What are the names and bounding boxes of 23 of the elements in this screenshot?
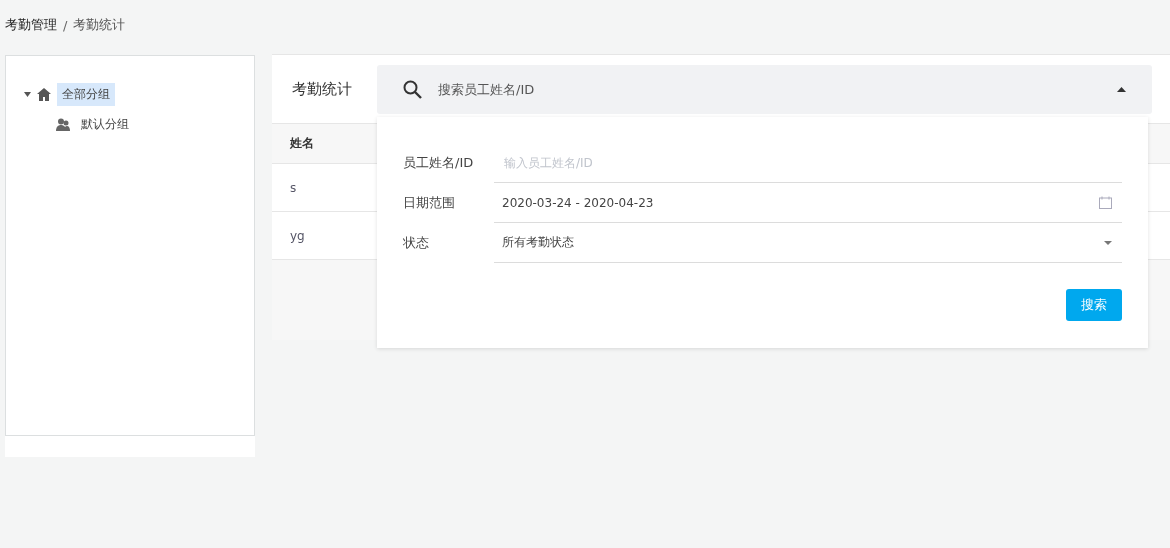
tree-item[interactable]: 全部分组 bbox=[57, 82, 115, 106]
table-cell: s bbox=[290, 180, 297, 195]
home-icon bbox=[37, 87, 51, 101]
breadcrumb-item: 考勤统计 bbox=[73, 16, 126, 34]
breadcrumb-separator: / bbox=[63, 17, 68, 33]
breadcrumb-item[interactable]: 考勤管理 bbox=[5, 16, 57, 34]
tree-item[interactable]: 默认分组 bbox=[76, 112, 134, 136]
search-icon bbox=[403, 79, 422, 99]
caret-icon[interactable] bbox=[24, 91, 31, 97]
status-select[interactable]: 所有考勤状态 bbox=[494, 223, 1122, 263]
field-label: 日期范围 bbox=[403, 194, 456, 212]
field-label: 状态 bbox=[403, 234, 430, 252]
users-icon bbox=[56, 117, 70, 131]
table-cell: yg bbox=[290, 228, 305, 243]
search-bar[interactable]: 搜索员工姓名/ID bbox=[377, 64, 1152, 114]
caret-icon bbox=[1104, 240, 1112, 245]
card-title: 考勤统计 bbox=[292, 79, 353, 99]
field-label: 员工姓名/ID bbox=[403, 154, 475, 172]
date-range-field[interactable]: 2020-03-24 - 2020-04-23 bbox=[494, 183, 1122, 223]
caret-icon[interactable] bbox=[1117, 86, 1126, 92]
calendar-icon bbox=[1099, 196, 1112, 209]
search-field[interactable]: 搜索员工姓名/ID bbox=[436, 80, 1103, 98]
column-header: 姓名 bbox=[290, 135, 314, 152]
